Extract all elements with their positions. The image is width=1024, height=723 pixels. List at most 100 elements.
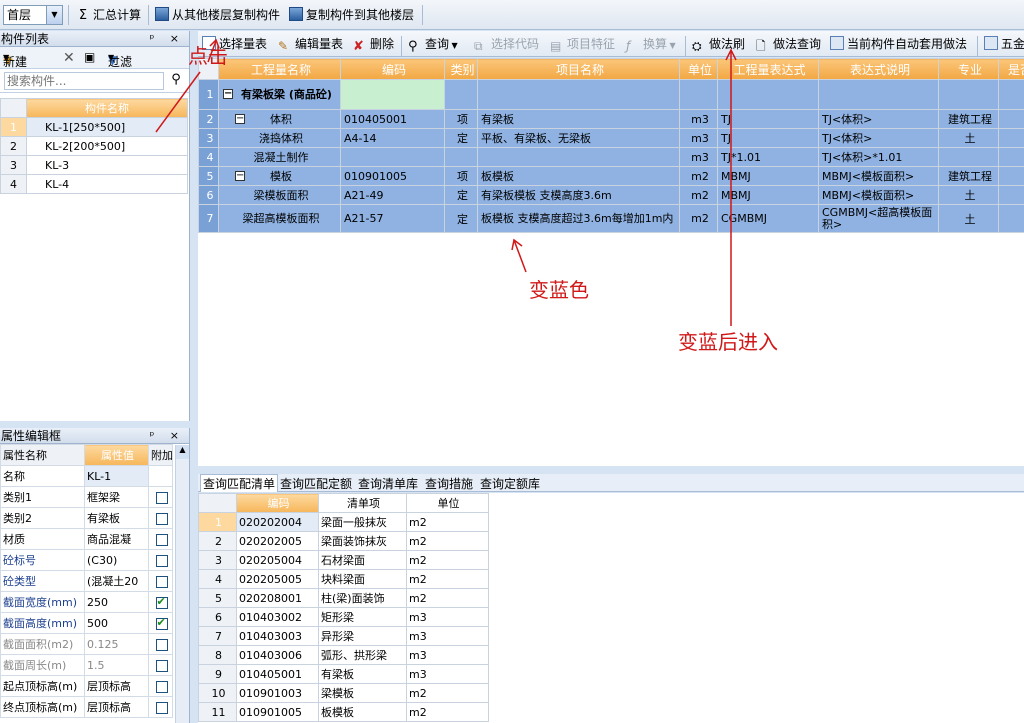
copy-from-floor-button[interactable]: 从其他楼层复制构件	[155, 6, 280, 24]
property-value[interactable]: 商品混凝	[84, 528, 149, 550]
property-value[interactable]: 500	[84, 612, 149, 634]
table-row[interactable]: 10 010901003 梁模板 m2	[198, 683, 489, 703]
bill-unit[interactable]: m2	[406, 569, 489, 589]
extra-cell[interactable]	[998, 109, 1024, 129]
delete-button[interactable]: ✘ 删除	[353, 35, 394, 54]
bill-code[interactable]: 020205005	[236, 569, 319, 589]
method-brush-button[interactable]: ⛭ 做法刷	[692, 35, 745, 53]
floor-select[interactable]: 首层 ▼	[3, 5, 63, 25]
expression-cell[interactable]: MBMJ	[717, 166, 819, 186]
column-header[interactable]: 是否	[998, 58, 1024, 80]
project-name-cell[interactable]: 有梁板模板 支模高度3.6m	[477, 185, 680, 205]
column-header-component-name[interactable]: 构件名称	[26, 98, 188, 118]
column-header[interactable]: 工程量名称	[218, 58, 341, 80]
unit-cell[interactable]: m2	[679, 185, 718, 205]
property-row[interactable]: 名称 KL-1	[0, 465, 173, 487]
property-checkbox-checked[interactable]	[155, 616, 168, 630]
unit-cell[interactable]: m2	[679, 166, 718, 186]
expression-desc-cell[interactable]: MBMJ<模板面积>	[818, 166, 939, 186]
code-cell[interactable]	[340, 79, 445, 110]
qty-name-cell[interactable]: 混凝土制作	[218, 147, 341, 167]
property-checkbox[interactable]	[155, 701, 168, 714]
project-name-cell[interactable]: 板模板	[477, 166, 680, 186]
property-checkbox[interactable]	[155, 554, 168, 567]
qty-name-cell[interactable]: − 模板	[218, 166, 341, 186]
bill-code[interactable]: 010403003	[236, 626, 319, 646]
category-cell[interactable]: 定	[444, 128, 478, 148]
bill-item[interactable]: 块料梁面	[318, 569, 407, 589]
table-row[interactable]: 4 KL-4	[0, 174, 188, 194]
table-row[interactable]: 11 010901005 板模板 m2	[198, 702, 489, 722]
bill-code[interactable]: 020202004	[236, 512, 319, 532]
bill-code[interactable]: 020208001	[236, 588, 319, 608]
extra-cell[interactable]	[998, 79, 1024, 110]
property-row[interactable]: 砼类型 (混凝土20	[0, 570, 173, 592]
property-row[interactable]: 起点顶标高(m) 层顶标高	[0, 675, 173, 697]
bill-item[interactable]: 板模板	[318, 702, 407, 722]
component-name[interactable]: KL-3	[26, 155, 188, 175]
property-checkbox-checked[interactable]	[155, 595, 168, 609]
major-cell[interactable]	[938, 147, 999, 167]
group-name-cell[interactable]: − 有梁板梁 (商品砼)	[218, 79, 341, 110]
property-row[interactable]: 截面面积(m2) 0.125	[0, 633, 173, 655]
property-value[interactable]: 250	[84, 591, 149, 613]
query-button[interactable]: ⚲ 查询 ▼	[408, 35, 458, 54]
expression-desc-cell[interactable]: MBMJ<模板面积>	[818, 185, 939, 205]
extra-cell[interactable]	[998, 204, 1024, 233]
bill-unit[interactable]: m2	[406, 702, 489, 722]
bill-unit[interactable]: m3	[406, 626, 489, 646]
property-checkbox[interactable]	[155, 659, 168, 672]
property-value[interactable]: 层顶标高	[84, 675, 149, 697]
property-checkbox[interactable]	[155, 533, 168, 546]
column-header[interactable]: 单位	[679, 58, 718, 80]
bill-unit[interactable]: m3	[406, 664, 489, 684]
bill-unit[interactable]: m2	[406, 531, 489, 551]
table-row[interactable]: 3 KL-3	[0, 155, 188, 175]
convert-button[interactable]: ƒ 换算 ▼	[626, 35, 676, 53]
column-header[interactable]: 工程量表达式	[717, 58, 819, 80]
major-cell[interactable]: 建筑工程	[938, 109, 999, 129]
property-value[interactable]: 层顶标高	[84, 696, 149, 718]
scroll-up-icon[interactable]: ▲	[176, 445, 189, 459]
unit-cell[interactable]	[679, 79, 718, 110]
pane-splitter[interactable]	[198, 466, 1024, 474]
column-header[interactable]: 编码	[236, 493, 319, 513]
bill-item[interactable]: 梁面装饰抹灰	[318, 531, 407, 551]
component-search-input[interactable]: 搜索构件...	[4, 72, 164, 90]
project-name-cell[interactable]	[477, 147, 680, 167]
table-row[interactable]: 2 − 体积 010405001 项 有梁板 m3 TJ TJ<体积> 建筑工程	[198, 109, 1024, 129]
extra-cell[interactable]	[998, 128, 1024, 148]
property-checkbox[interactable]	[155, 491, 168, 504]
collapse-icon[interactable]: −	[223, 89, 233, 99]
tab-measures[interactable]: 查询措施	[425, 475, 473, 492]
bill-unit[interactable]: m2	[406, 512, 489, 532]
table-row[interactable]: 2 020202005 梁面装饰抹灰 m2	[198, 531, 489, 551]
qty-name-cell[interactable]: − 体积	[218, 109, 341, 129]
bill-item[interactable]: 矩形梁	[318, 607, 407, 627]
table-row[interactable]: 7 010403003 异形梁 m3	[198, 626, 489, 646]
major-cell[interactable]: 土	[938, 185, 999, 205]
tab-match-bill[interactable]: 查询匹配清单	[200, 474, 279, 492]
property-row[interactable]: 截面宽度(mm) 250	[0, 591, 173, 613]
table-row[interactable]: 4 混凝土制作 m3 TJ*1.01 TJ<体积>*1.01	[198, 147, 1024, 167]
project-name-cell[interactable]: 板模板 支模高度超过3.6m每增加1m内	[477, 204, 680, 233]
category-cell[interactable]: 定	[444, 185, 478, 205]
code-cell[interactable]: A4-14	[340, 128, 445, 148]
property-row[interactable]: 截面周长(m) 1.5	[0, 654, 173, 676]
expression-desc-cell[interactable]	[818, 79, 939, 110]
bill-item[interactable]: 石材梁面	[318, 550, 407, 570]
table-row[interactable]: 6 梁模板面积 A21-49 定 有梁板模板 支模高度3.6m m2 MBMJ …	[198, 185, 1024, 205]
table-row[interactable]: 8 010403006 弧形、拱形梁 m3	[198, 645, 489, 665]
column-header[interactable]: 类别	[444, 58, 478, 80]
bill-unit[interactable]: m2	[406, 588, 489, 608]
table-row[interactable]: 3 浇捣体积 A4-14 定 平板、有梁板、无梁板 m3 TJ TJ<体积> 土	[198, 128, 1024, 148]
table-row[interactable]: 3 020205004 石材梁面 m2	[198, 550, 489, 570]
unit-cell[interactable]: m3	[679, 128, 718, 148]
property-value[interactable]: 框架梁	[84, 486, 149, 508]
bill-item[interactable]: 梁面一般抹灰	[318, 512, 407, 532]
major-cell[interactable]: 土	[938, 204, 999, 233]
bill-unit[interactable]: m2	[406, 683, 489, 703]
bill-code[interactable]: 020205004	[236, 550, 319, 570]
property-value[interactable]: KL-1	[84, 465, 149, 487]
table-row[interactable]: 4 020205005 块料梁面 m2	[198, 569, 489, 589]
